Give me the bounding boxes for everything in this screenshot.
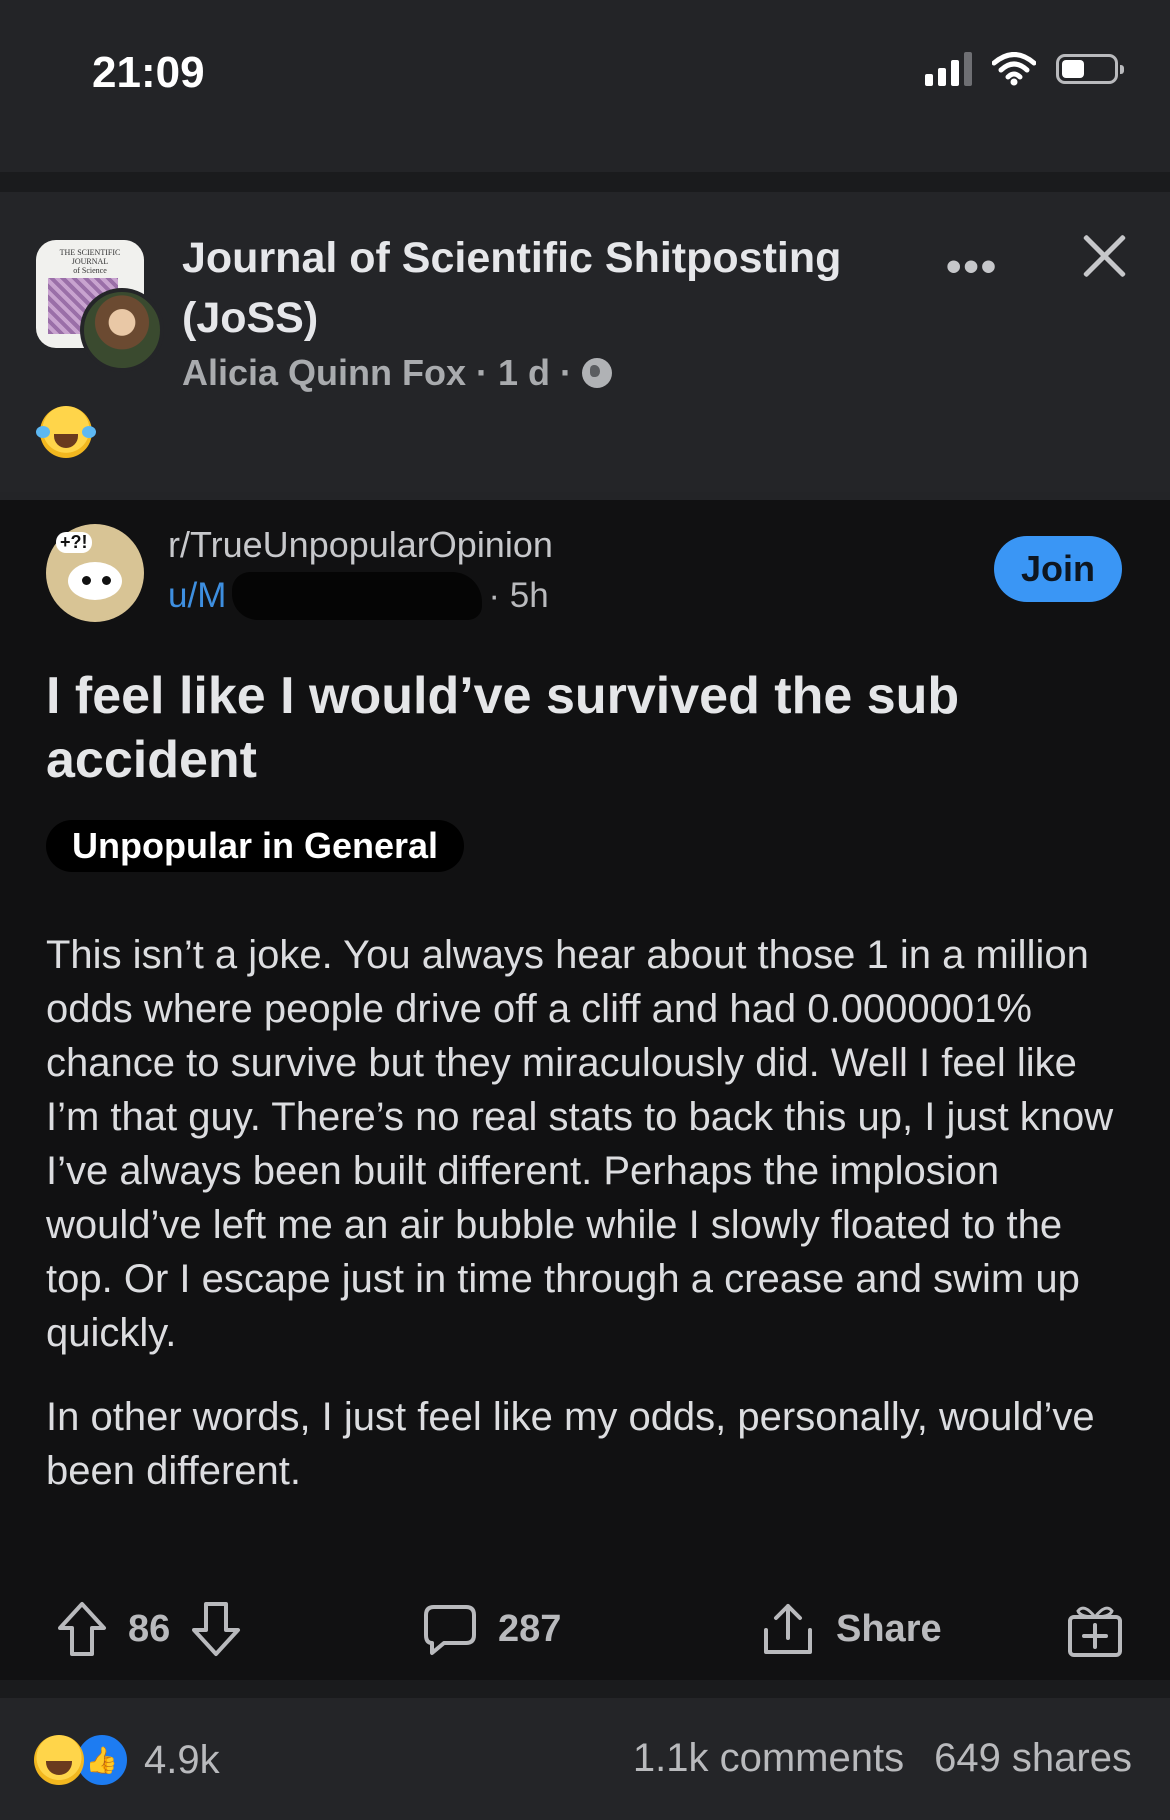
status-bar: 21:09	[0, 0, 1170, 170]
battery-icon	[1056, 54, 1124, 84]
share-label: Share	[836, 1607, 942, 1650]
upvote-icon	[58, 1602, 106, 1656]
group-avatar-logo: THE SCIENTIFIC JOURNAL of Science	[59, 248, 121, 275]
shares-count-link[interactable]: 649 shares	[934, 1736, 1132, 1781]
reddit-action-bar: 86 287 Share	[46, 1594, 1136, 1664]
reddit-username-prefix: u/M	[168, 576, 227, 615]
share-group: Share	[760, 1594, 942, 1664]
redaction-mark	[232, 572, 483, 620]
vote-group: 86	[56, 1594, 242, 1664]
reddit-username: u/M · 5h	[168, 572, 549, 620]
meta-separator: ·	[560, 352, 573, 393]
reaction-count: 4.9k	[144, 1737, 220, 1782]
comment-icon	[424, 1605, 476, 1655]
gift-icon	[1068, 1606, 1122, 1657]
meta-separator: ·	[476, 352, 489, 393]
separator	[0, 1680, 1170, 1698]
comments-group: 287	[422, 1594, 561, 1664]
flair-badge: Unpopular in General	[46, 820, 465, 872]
comment-count: 287	[498, 1607, 562, 1650]
join-button: Join	[994, 536, 1122, 602]
post-stats: 1.1k comments 649 shares	[633, 1736, 1132, 1781]
share-icon	[764, 1604, 812, 1654]
body-paragraph: In other words, I just feel like my odds…	[46, 1395, 1095, 1493]
post-age[interactable]: 1 d	[498, 352, 550, 394]
comments-count-link[interactable]: 1.1k comments	[633, 1736, 904, 1781]
post-image[interactable]: +?! r/TrueUnpopularOpinion u/M · 5h Join…	[0, 500, 1170, 1680]
status-icons	[925, 52, 1124, 86]
clock: 21:09	[92, 48, 205, 97]
reactions-summary[interactable]: 👍 4.9k	[34, 1732, 220, 1788]
wifi-icon	[992, 52, 1036, 86]
reddit-post-title: I feel like I would’ve survived the sub …	[46, 667, 960, 789]
downvote-icon	[192, 1602, 241, 1656]
subreddit-name: r/TrueUnpopularOpinion	[168, 524, 553, 565]
post-footer: 👍 4.9k 1.1k comments 649 shares	[0, 1698, 1170, 1820]
more-options-button[interactable]: •••	[946, 242, 998, 292]
laughing-emoji-icon	[36, 406, 96, 458]
close-icon[interactable]	[1078, 228, 1130, 280]
separator	[0, 172, 1170, 192]
group-name[interactable]: Journal of Scientific Shitposting (JoSS)	[182, 228, 902, 348]
author-avatar[interactable]	[80, 288, 164, 372]
globe-icon	[582, 358, 613, 388]
subreddit-icon: +?!	[46, 524, 144, 622]
author-name[interactable]: Alicia Quinn Fox	[182, 352, 466, 394]
signal-icon	[925, 52, 972, 86]
reddit-post-age: · 5h	[488, 576, 549, 615]
post-meta: Alicia Quinn Fox · 1 d ·	[182, 352, 613, 394]
body-paragraph: This isn’t a joke. You always hear about…	[46, 933, 1114, 1355]
vote-count: 86	[128, 1607, 171, 1650]
post-header: THE SCIENTIFIC JOURNAL of Science Journal …	[0, 192, 1170, 492]
reddit-post-body: This isn’t a joke. You always hear about…	[46, 928, 1136, 1528]
haha-reaction-icon	[34, 1735, 84, 1785]
award-group	[1066, 1594, 1124, 1664]
